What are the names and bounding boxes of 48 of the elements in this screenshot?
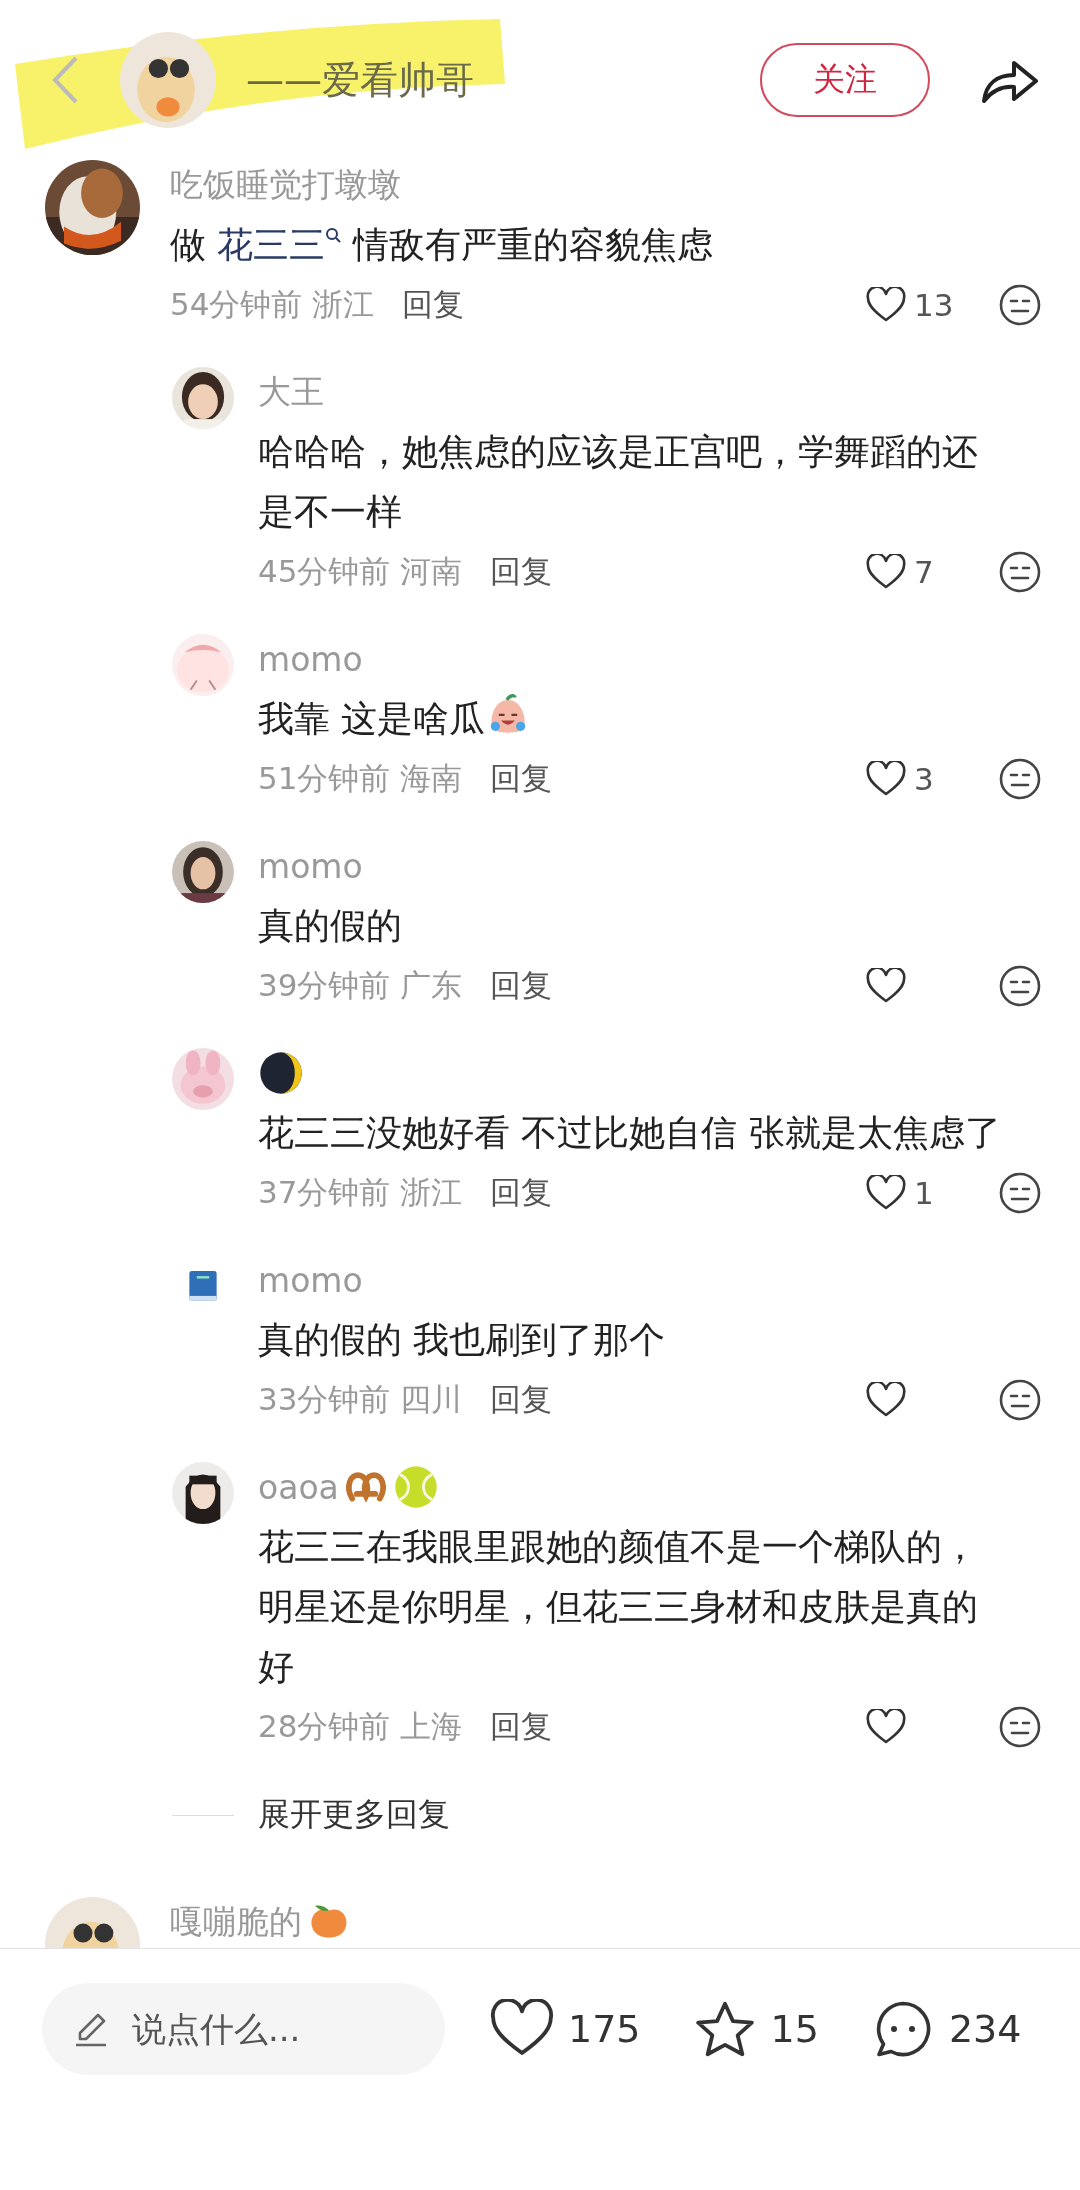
reply-button[interactable]: 回复 [402,284,465,326]
comment-time-location: 28分钟前 上海 [258,1707,463,1746]
comment-time-location: 39分钟前 广东 [258,966,463,1005]
comment-count: 234 [948,2007,1022,2051]
search-link[interactable]: 花三三 [217,215,342,275]
expand-replies-link[interactable]: 展开更多回复 [258,1793,450,1837]
comment-input-field[interactable]: 说点什么... [42,1983,445,2075]
reply-button[interactable]: 回复 [490,1379,553,1421]
like-count: 13 [914,287,954,323]
like-count: 7 [914,554,934,590]
like-count: 3 [914,761,934,797]
reply-button[interactable]: 回复 [490,1172,553,1214]
comment-text: 真的假的 [258,905,402,946]
heart-icon[interactable] [866,287,906,323]
comment-time-location: 37分钟前 浙江 [258,1173,463,1212]
moon-icon [258,1050,304,1096]
heart-icon[interactable] [866,968,906,1004]
neutral-face-icon[interactable] [998,757,1042,801]
neutral-face-icon[interactable] [998,964,1042,1008]
like-count: 175 [568,2007,641,2051]
neutral-face-icon[interactable] [998,1705,1042,1749]
comment-time-location: 33分钟前 四川 [258,1380,463,1419]
comment-time-location: 51分钟前 海南 [258,759,463,798]
reply-button[interactable]: 回复 [490,965,553,1007]
tennis-ball-icon [392,1464,439,1510]
comment-text: 哈哈哈，她焦虑的应该是正宫吧，学舞蹈的还是不一样 [258,431,978,532]
favorite-count: 15 [770,2007,819,2051]
comment-text: 真的假的 我也刷到了那个 [258,1319,666,1360]
heart-icon[interactable] [866,1175,906,1211]
heart-icon[interactable] [866,1709,906,1745]
neutral-face-icon[interactable] [998,550,1042,594]
reply-button[interactable]: 回复 [490,758,553,800]
heart-icon[interactable] [866,1382,906,1418]
like-count: 1 [914,1175,934,1211]
heart-icon[interactable] [866,761,906,797]
neutral-face-icon[interactable] [998,1171,1042,1215]
comment-text: 做 花三三 情敌有严重的容貌焦虑 [170,215,920,275]
comment-text: 花三三在我眼里跟她的颜值不是一个梯队的，明星还是你明星，但花三三身材和皮肤是真的好 [258,1526,978,1687]
comment-time-location: 45分钟前 河南 [258,552,463,591]
neutral-face-icon[interactable] [998,1378,1042,1422]
reply-button[interactable]: 回复 [490,551,553,593]
follow-button[interactable]: 关注 [760,43,930,117]
comment-text: 花三三没她好看 不过比她自信 张就是太焦虑了 [258,1112,1001,1153]
comment-time-location: 54分钟前 浙江 [170,285,375,324]
neutral-face-icon[interactable] [998,283,1042,327]
comment-text: 我靠 这是啥瓜 [258,698,486,739]
reply-button[interactable]: 回复 [490,1706,553,1748]
heart-icon[interactable] [866,554,906,590]
